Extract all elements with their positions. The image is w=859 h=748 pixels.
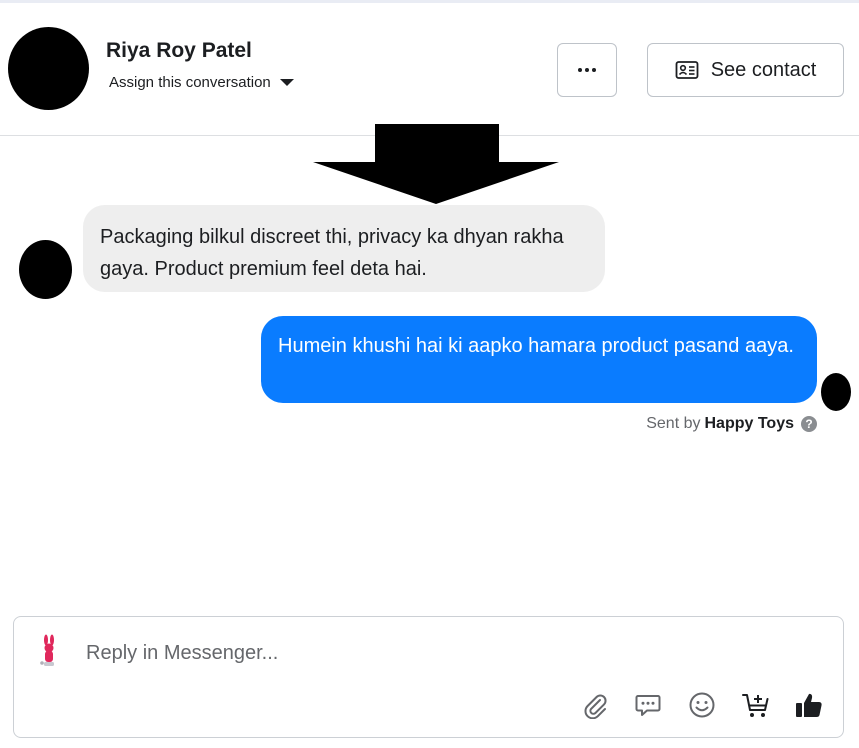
contact-avatar[interactable] xyxy=(8,27,89,110)
more-options-button[interactable] xyxy=(557,43,617,97)
assign-label: Assign this conversation xyxy=(109,74,271,91)
sent-by-page-name: Happy Toys xyxy=(704,415,795,432)
emoji-button[interactable] xyxy=(684,687,720,723)
outgoing-message-bubble[interactable]: Humein khushi hai ki aapko hamara produc… xyxy=(261,316,817,403)
sender-avatar[interactable] xyxy=(19,240,72,299)
assign-conversation-dropdown[interactable]: Assign this conversation xyxy=(109,74,294,91)
help-icon[interactable]: ? xyxy=(801,416,817,432)
sent-by-prefix: Sent by xyxy=(646,415,701,432)
caret-down-icon xyxy=(279,79,294,86)
see-contact-button[interactable]: See contact xyxy=(647,43,844,97)
incoming-message-bubble[interactable]: Packaging bilkul discreet thi, privacy k… xyxy=(83,205,605,292)
arrow-down-icon xyxy=(313,124,559,204)
add-to-cart-button[interactable] xyxy=(738,687,774,723)
saved-replies-button[interactable] xyxy=(630,687,666,723)
emoji-icon xyxy=(689,692,715,718)
attach-button[interactable] xyxy=(577,687,613,723)
paperclip-icon xyxy=(584,694,607,719)
page-logo-icon xyxy=(40,634,54,666)
contact-card-icon xyxy=(675,61,699,79)
page-avatar xyxy=(821,373,851,411)
like-button[interactable] xyxy=(791,687,827,723)
see-contact-label: See contact xyxy=(710,58,817,81)
conversation-header: Riya Roy Patel Assign this conversation … xyxy=(0,3,859,136)
thumbs-up-icon xyxy=(796,693,822,717)
add-to-cart-icon xyxy=(742,694,769,717)
message-composer xyxy=(13,616,844,738)
sent-by-label: Sent by Happy Toys ? xyxy=(646,415,817,433)
more-horizontal-icon xyxy=(578,68,596,72)
contact-name[interactable]: Riya Roy Patel xyxy=(106,39,252,63)
reply-input[interactable] xyxy=(86,635,686,671)
saved-reply-icon xyxy=(635,695,661,716)
